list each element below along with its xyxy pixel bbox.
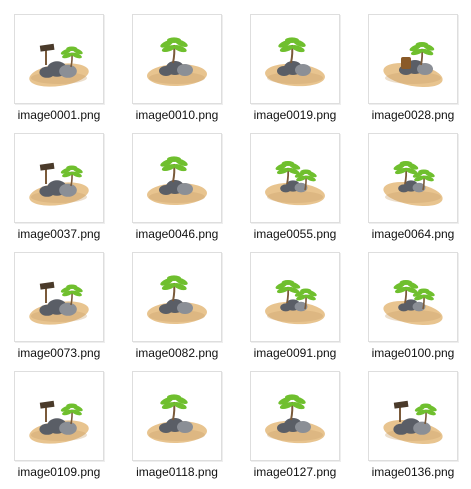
- island-topdown-palm-icon: [250, 252, 340, 342]
- file-tile[interactable]: image0100.png: [368, 252, 458, 367]
- thumbnail-grid: image0001.png image0010.png image0019.pn…: [14, 14, 458, 486]
- file-tile[interactable]: image0118.png: [132, 371, 222, 486]
- file-name: image0073.png: [17, 346, 101, 360]
- file-name: image0064.png: [371, 227, 455, 241]
- island-topdown-palm-icon: [368, 133, 458, 223]
- island-rocks-palm-icon: [132, 371, 222, 461]
- file-name: image0037.png: [17, 227, 101, 241]
- island-rocks-palm-icon: [250, 14, 340, 104]
- file-tile[interactable]: image0127.png: [250, 371, 340, 486]
- file-name: image0109.png: [17, 465, 101, 479]
- island-rocks-palm-icon: [132, 252, 222, 342]
- file-tile[interactable]: image0028.png: [368, 14, 458, 129]
- file-tile[interactable]: image0010.png: [132, 14, 222, 129]
- island-rocks-signpost-icon: [14, 252, 104, 342]
- file-name: image0001.png: [17, 108, 101, 122]
- island-rocks-signpost-icon: [14, 371, 104, 461]
- file-tile[interactable]: image0055.png: [250, 133, 340, 248]
- file-name: image0118.png: [136, 465, 218, 479]
- file-tile[interactable]: image0046.png: [132, 133, 222, 248]
- island-topdown-palm-icon: [368, 252, 458, 342]
- file-name: image0046.png: [135, 227, 219, 241]
- island-rocks-signpost-icon: [14, 133, 104, 223]
- file-name: image0136.png: [371, 465, 455, 479]
- file-name: image0019.png: [253, 108, 337, 122]
- file-tile[interactable]: image0019.png: [250, 14, 340, 129]
- file-name: image0028.png: [371, 108, 455, 122]
- file-name: image0091.png: [253, 346, 337, 360]
- file-tile[interactable]: image0037.png: [14, 133, 104, 248]
- island-rocks-signpost-icon: [14, 14, 104, 104]
- file-tile[interactable]: image0136.png: [368, 371, 458, 486]
- file-tile[interactable]: image0109.png: [14, 371, 104, 486]
- island-rocks-palm-icon: [132, 14, 222, 104]
- island-topdown-palm-icon: [250, 133, 340, 223]
- island-rocks-barrel-icon: [368, 14, 458, 104]
- file-tile[interactable]: image0091.png: [250, 252, 340, 367]
- island-rocks-palm-icon: [132, 133, 222, 223]
- file-name: image0082.png: [135, 346, 219, 360]
- file-tile[interactable]: image0001.png: [14, 14, 104, 129]
- file-name: image0127.png: [253, 465, 337, 479]
- file-tile[interactable]: image0073.png: [14, 252, 104, 367]
- file-tile[interactable]: image0082.png: [132, 252, 222, 367]
- island-rocks-signpost-icon: [368, 371, 458, 461]
- file-name: image0055.png: [253, 227, 337, 241]
- island-rocks-palm-icon: [250, 371, 340, 461]
- file-tile[interactable]: image0064.png: [368, 133, 458, 248]
- file-name: image0100.png: [371, 346, 455, 360]
- file-name: image0010.png: [135, 108, 219, 122]
